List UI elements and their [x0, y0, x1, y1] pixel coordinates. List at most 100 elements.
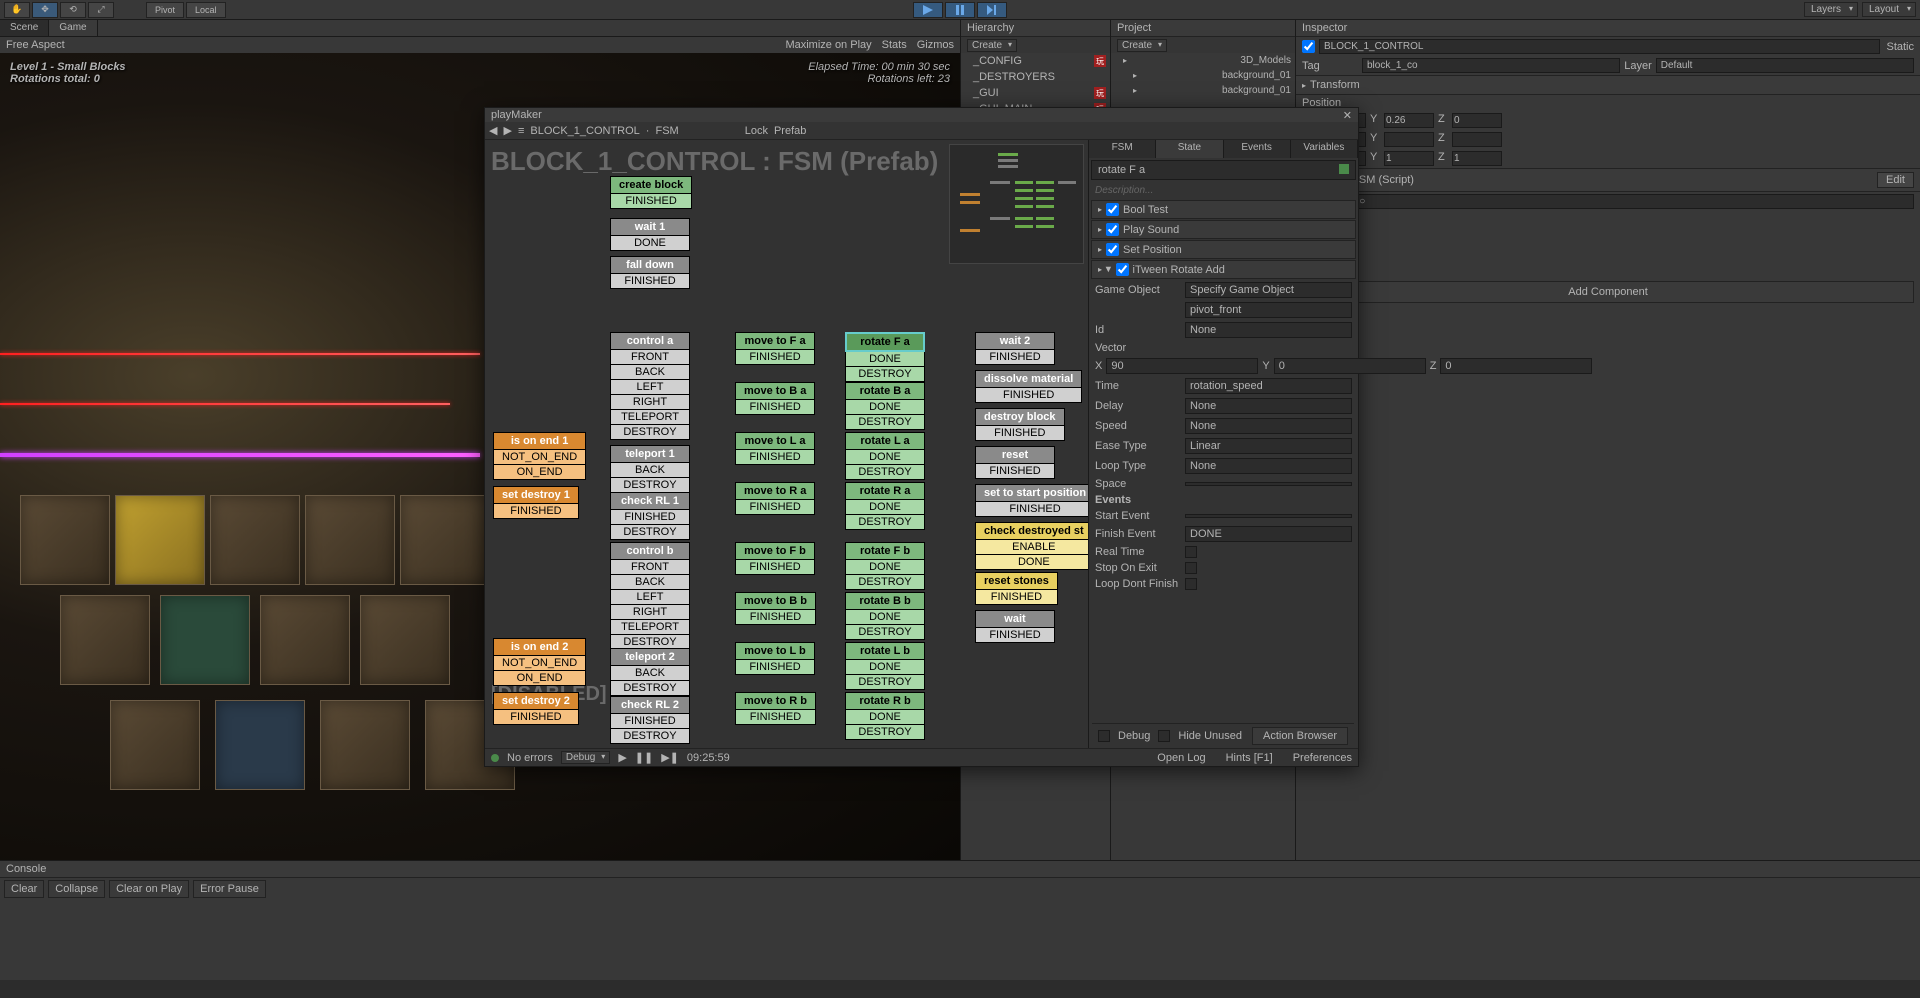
action-play-sound[interactable]: Play Sound — [1091, 220, 1356, 239]
node-rotate-fa[interactable]: rotate F aDONEDESTROY — [845, 332, 925, 382]
pause-button[interactable] — [945, 2, 975, 18]
stop-on-exit-checkbox[interactable] — [1185, 562, 1197, 574]
console-clear-on-play[interactable]: Clear on Play — [109, 880, 189, 898]
maximize-toggle[interactable]: Maximize on Play — [785, 39, 871, 51]
node-create-block[interactable]: create blockFINISHED — [610, 176, 692, 209]
pm-tab-fsm[interactable]: FSM — [1089, 140, 1156, 158]
tab-game[interactable]: Game — [49, 20, 97, 36]
vec-x[interactable] — [1106, 358, 1258, 374]
node-is-on-end-2[interactable]: is on end 2NOT_ON_ENDON_END — [493, 638, 586, 686]
breadcrumb[interactable]: BLOCK_1_CONTROL — [530, 125, 639, 137]
prefab-dropdown[interactable]: Prefab — [774, 125, 806, 137]
hierarchy-item[interactable]: _CONFIG玩 — [961, 53, 1110, 69]
layout-dropdown[interactable]: Layout — [1862, 2, 1916, 17]
local-toggle[interactable]: Local — [186, 2, 226, 18]
node-wait[interactable]: waitFINISHED — [975, 610, 1055, 643]
game-object-field[interactable]: Specify Game Object — [1185, 282, 1352, 298]
fsm-opt[interactable]: n.txt — [1296, 211, 1920, 226]
ease-field[interactable]: Linear — [1185, 438, 1352, 454]
console-collapse[interactable]: Collapse — [48, 880, 105, 898]
node-is-on-end-1[interactable]: is on end 1NOT_ON_ENDON_END — [493, 432, 586, 480]
node-move-ba[interactable]: move to B aFINISHED — [735, 382, 815, 415]
fsm-opt[interactable]: te Label — [1296, 241, 1920, 256]
pivot-toggle[interactable]: Pivot — [146, 2, 184, 18]
fsm-component[interactable]: y Maker FSM (Script)Edit — [1296, 168, 1920, 192]
node-move-la[interactable]: move to L aFINISHED — [735, 432, 815, 465]
pm-tab-events[interactable]: Events — [1224, 140, 1291, 158]
console-clear[interactable]: Clear — [4, 880, 44, 898]
node-check-destroyed[interactable]: check destroyed stENABLEDONE — [975, 522, 1088, 570]
fsm-opt[interactable]: ebugFlow — [1296, 256, 1920, 271]
gizmos-toggle[interactable]: Gizmos — [917, 39, 954, 51]
node-move-rb[interactable]: move to R bFINISHED — [735, 692, 816, 725]
debug-dropdown[interactable]: Debug — [561, 751, 610, 764]
speed-field[interactable]: None — [1185, 418, 1352, 434]
node-rotate-fb[interactable]: rotate F bDONEDESTROY — [845, 542, 925, 590]
tag-dropdown[interactable]: block_1_co — [1362, 58, 1620, 73]
node-rotate-lb[interactable]: rotate L bDONEDESTROY — [845, 642, 925, 690]
vec-y[interactable] — [1274, 358, 1426, 374]
node-move-fa[interactable]: move to F aFINISHED — [735, 332, 815, 365]
nav-back-icon[interactable]: ◀ — [489, 124, 497, 137]
edit-button[interactable]: Edit — [1877, 172, 1914, 188]
node-control-a[interactable]: control aFRONTBACKLEFTRIGHTTELEPORTDESTR… — [610, 332, 690, 440]
node-fall-down[interactable]: fall downFINISHED — [610, 256, 690, 289]
vec-z[interactable] — [1440, 358, 1592, 374]
fsm-graph[interactable]: BLOCK_1_CONTROL : FSM (Prefab) [DISABLED… — [485, 140, 1088, 748]
hand-tool[interactable]: ✋ — [4, 2, 30, 18]
move-tool[interactable]: ✥ — [32, 2, 58, 18]
pos-z[interactable] — [1452, 113, 1502, 128]
rot-z[interactable] — [1452, 132, 1502, 147]
project-item[interactable]: background_01 — [1111, 68, 1295, 83]
fsm-template-field[interactable]: None (Fsm ○ — [1302, 194, 1914, 209]
hierarchy-item[interactable]: _GUI玩 — [961, 85, 1110, 101]
transform-component[interactable]: Transform — [1296, 75, 1920, 95]
node-control-b[interactable]: control bFRONTBACKLEFTRIGHTTELEPORTDESTR… — [610, 542, 690, 650]
step-button[interactable] — [977, 2, 1007, 18]
pivot-field[interactable]: pivot_front — [1185, 302, 1352, 318]
rotate-tool[interactable]: ⟲ — [60, 2, 86, 18]
console-error-pause[interactable]: Error Pause — [193, 880, 266, 898]
pm-tab-state[interactable]: State — [1156, 140, 1223, 158]
layer-dropdown[interactable]: Default — [1656, 58, 1914, 73]
node-move-fb[interactable]: move to F bFINISHED — [735, 542, 815, 575]
open-log-link[interactable]: Open Log — [1157, 752, 1205, 764]
node-wait-1[interactable]: wait 1DONE — [610, 218, 690, 251]
action-bool-test[interactable]: Bool Test — [1091, 200, 1356, 219]
loop-dont-checkbox[interactable] — [1185, 578, 1197, 590]
hierarchy-create[interactable]: Create — [967, 39, 1017, 52]
add-component-button[interactable]: Add Component — [1302, 281, 1914, 303]
scale-tool[interactable]: ⤢ — [88, 2, 114, 18]
node-rotate-bb[interactable]: rotate B bDONEDESTROY — [845, 592, 925, 640]
project-item[interactable]: background_01 — [1111, 83, 1295, 98]
finish-event-field[interactable]: DONE — [1185, 526, 1352, 542]
node-set-destroy-1[interactable]: set destroy 1FINISHED — [493, 486, 579, 519]
scl-z[interactable] — [1452, 151, 1502, 166]
action-itween-rotate[interactable]: ▸iTween Rotate Add — [1091, 260, 1356, 279]
hide-unused-checkbox[interactable] — [1158, 730, 1170, 742]
time-field[interactable]: rotation_speed — [1185, 378, 1352, 394]
fsm-breadcrumb[interactable]: FSM — [655, 125, 678, 137]
node-move-ra[interactable]: move to R aFINISHED — [735, 482, 815, 515]
layers-dropdown[interactable]: Layers — [1804, 2, 1858, 17]
debug-play-icon[interactable]: ▶ — [618, 751, 626, 764]
scl-y[interactable] — [1384, 151, 1434, 166]
action-set-position[interactable]: Set Position — [1091, 240, 1356, 259]
node-reset[interactable]: resetFINISHED — [975, 446, 1055, 479]
project-create[interactable]: Create — [1117, 39, 1167, 52]
node-move-bb[interactable]: move to B bFINISHED — [735, 592, 816, 625]
node-rotate-ra[interactable]: rotate R aDONEDESTROY — [845, 482, 925, 530]
node-teleport-1[interactable]: teleport 1BACKDESTROY — [610, 445, 690, 493]
close-icon[interactable]: ✕ — [1343, 109, 1352, 121]
rot-y[interactable] — [1384, 132, 1434, 147]
tab-scene[interactable]: Scene — [0, 20, 49, 36]
preferences-link[interactable]: Preferences — [1293, 752, 1352, 764]
debug-pause-icon[interactable]: ❚❚ — [635, 751, 653, 764]
id-field[interactable]: None — [1185, 322, 1352, 338]
debug-step-icon[interactable]: ▶❚ — [661, 751, 679, 764]
hints-label[interactable]: Hints [F1] — [1226, 752, 1273, 764]
action-browser-button[interactable]: Action Browser — [1252, 727, 1348, 745]
aspect-dropdown[interactable]: Free Aspect — [6, 39, 65, 51]
nav-fwd-icon[interactable]: ▶ — [503, 124, 511, 137]
stats-toggle[interactable]: Stats — [882, 39, 907, 51]
